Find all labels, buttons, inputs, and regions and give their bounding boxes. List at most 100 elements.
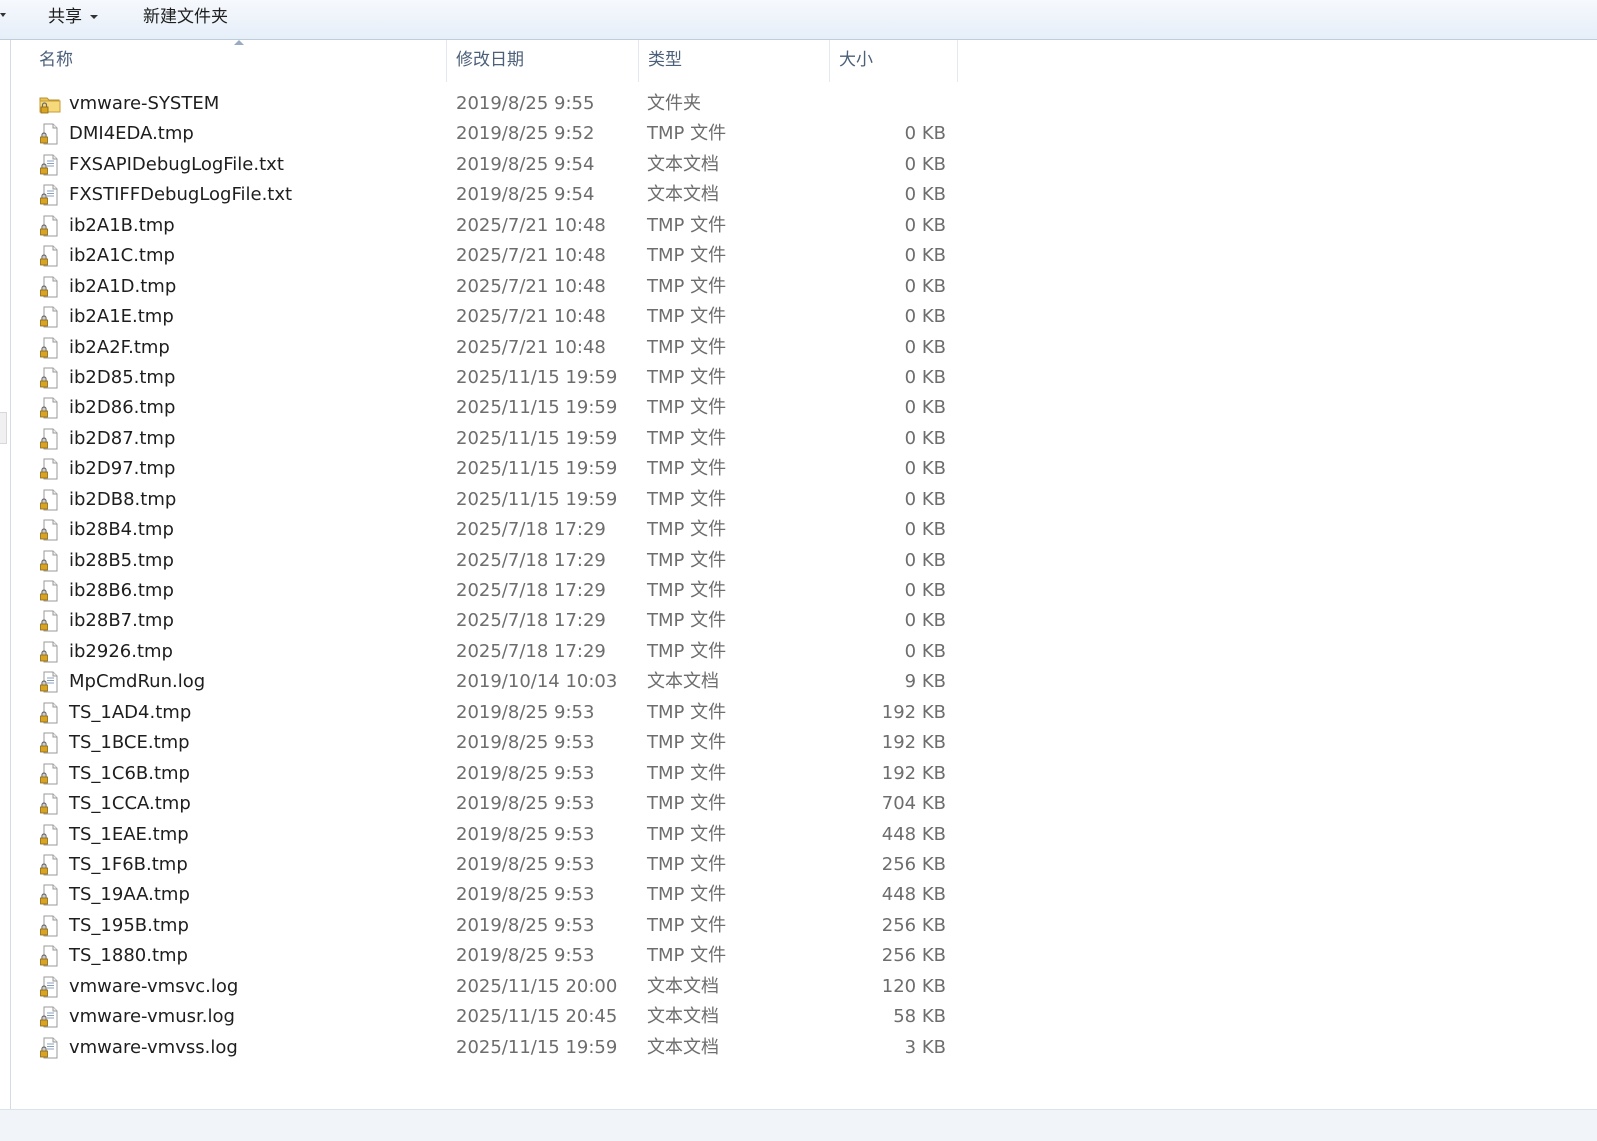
navigation-pane-splitter[interactable] — [0, 412, 7, 444]
file-row[interactable]: ib2D85.tmp 2025/11/15 19:59 TMP 文件 0 KB — [11, 363, 971, 393]
file-modified-date: 2025/7/18 17:29 — [456, 610, 606, 632]
file-type: 文本文档 — [647, 153, 719, 175]
file-type: TMP 文件 — [647, 610, 727, 632]
file-size: 256 KB — [881, 945, 946, 967]
file-row[interactable]: ib2D97.tmp 2025/11/15 19:59 TMP 文件 0 KB — [11, 454, 971, 484]
file-size: 192 KB — [881, 732, 946, 754]
file-row[interactable]: FXSAPIDebugLogFile.txt 2019/8/25 9:54 文本文档… — [11, 150, 971, 180]
file-name: vmware-SYSTEM — [69, 93, 220, 114]
file-row[interactable]: TS_195B.tmp 2019/8/25 9:53 TMP 文件 256 KB — [11, 911, 971, 941]
file-row[interactable]: ib2A1B.tmp 2025/7/21 10:48 TMP 文件 0 KB — [11, 211, 971, 241]
file-type: TMP 文件 — [647, 793, 727, 815]
file-type: TMP 文件 — [647, 519, 727, 541]
file-row[interactable]: ib28B5.tmp 2025/7/18 17:29 TMP 文件 0 KB — [11, 546, 971, 576]
file-name: ib28B4.tmp — [69, 519, 174, 541]
file-row[interactable]: ib2A1E.tmp 2025/7/21 10:48 TMP 文件 0 KB — [11, 302, 971, 332]
file-type: 文件夹 — [647, 93, 701, 114]
file-row[interactable]: TS_1880.tmp 2019/8/25 9:53 TMP 文件 256 KB — [11, 941, 971, 971]
organize-dropdown-arrow-icon[interactable] — [0, 13, 6, 17]
file-size — [830, 89, 946, 119]
file-row[interactable]: ib2926.tmp 2025/7/18 17:29 TMP 文件 0 KB — [11, 637, 971, 667]
file-row[interactable]: vmware-vmvss.log 2025/11/15 19:59 文本文档 3 KB — [11, 1033, 971, 1063]
file-row[interactable]: ib2D86.tmp 2025/11/15 19:59 TMP 文件 0 KB — [11, 393, 971, 423]
share-button-label: 共享 — [48, 7, 82, 27]
file-type: 文本文档 — [647, 1036, 719, 1058]
file-type: TMP 文件 — [647, 884, 727, 906]
file-row[interactable]: TS_1F6B.tmp 2019/8/25 9:53 TMP 文件 256 KB — [11, 850, 971, 880]
file-modified-date: 2025/7/21 10:48 — [456, 245, 606, 267]
file-row[interactable]: TS_1C6B.tmp 2019/8/25 9:53 TMP 文件 192 KB — [11, 759, 971, 789]
file-modified-date: 2019/8/25 9:53 — [456, 884, 595, 906]
file-name: vmware-vmvss.log — [69, 1036, 238, 1058]
file-modified-date: 2019/8/25 9:53 — [456, 701, 595, 723]
file-modified-date: 2025/11/15 19:59 — [456, 366, 618, 388]
text-file-locked-icon — [39, 1037, 61, 1059]
file-size: 0 KB — [904, 366, 946, 388]
file-row[interactable]: TS_19AA.tmp 2019/8/25 9:53 TMP 文件 448 KB — [11, 880, 971, 910]
file-modified-date: 2025/7/21 10:48 — [456, 336, 606, 358]
file-row[interactable]: vmware-SYSTEM 2019/8/25 9:55 文件夹 — [11, 89, 971, 119]
file-locked-icon — [39, 641, 61, 663]
file-row[interactable]: MpCmdRun.log 2019/10/14 10:03 文本文档 9 KB — [11, 667, 971, 697]
column-header-size[interactable]: 大小 — [830, 40, 958, 82]
file-row[interactable]: TS_1EAE.tmp 2019/8/25 9:53 TMP 文件 448 KB — [11, 820, 971, 850]
file-name: ib2D85.tmp — [69, 366, 176, 388]
file-type: TMP 文件 — [647, 488, 727, 510]
file-row[interactable]: vmware-vmsvc.log 2025/11/15 20:00 文本文档 120 … — [11, 972, 971, 1002]
file-name: TS_19AA.tmp — [69, 884, 190, 906]
file-size: 120 KB — [881, 975, 946, 997]
file-name: ib2D97.tmp — [69, 458, 176, 480]
file-modified-date: 2019/8/25 9:52 — [456, 123, 595, 145]
file-name: ib28B5.tmp — [69, 549, 174, 571]
file-size: 0 KB — [904, 245, 946, 267]
file-locked-icon — [39, 915, 61, 937]
new-folder-button[interactable]: 新建文件夹 — [143, 4, 228, 30]
file-locked-icon — [39, 550, 61, 572]
file-type: 文本文档 — [647, 671, 719, 693]
file-size: 0 KB — [904, 549, 946, 571]
file-row[interactable]: vmware-vmusr.log 2025/11/15 20:45 文本文档 58 K… — [11, 1002, 971, 1032]
column-header-type[interactable]: 类型 — [639, 40, 830, 82]
file-row[interactable]: FXSTIFFDebugLogFile.txt 2019/8/25 9:54 文本文… — [11, 180, 971, 210]
file-row[interactable]: ib28B7.tmp 2025/7/18 17:29 TMP 文件 0 KB — [11, 606, 971, 636]
file-type: 文本文档 — [647, 184, 719, 206]
share-button[interactable]: 共享 — [48, 4, 98, 30]
file-name: TS_1880.tmp — [69, 945, 188, 967]
file-name: ib2A1E.tmp — [69, 306, 174, 328]
file-modified-date: 2019/8/25 9:53 — [456, 762, 595, 784]
column-header-date[interactable]: 修改日期 — [447, 40, 639, 82]
file-type: TMP 文件 — [647, 366, 727, 388]
file-row[interactable]: TS_1BCE.tmp 2019/8/25 9:53 TMP 文件 192 KB — [11, 728, 971, 758]
file-modified-date: 2019/8/25 9:53 — [456, 793, 595, 815]
file-locked-icon — [39, 824, 61, 846]
file-name: TS_1BCE.tmp — [69, 732, 190, 754]
file-name: FXSTIFFDebugLogFile.txt — [69, 184, 293, 206]
file-size: 448 KB — [881, 823, 946, 845]
file-name: ib2D86.tmp — [69, 397, 176, 419]
file-row[interactable]: ib2D87.tmp 2025/11/15 19:59 TMP 文件 0 KB — [11, 424, 971, 454]
file-type: 文本文档 — [647, 975, 719, 997]
file-row[interactable]: ib28B4.tmp 2025/7/18 17:29 TMP 文件 0 KB — [11, 515, 971, 545]
column-header-name[interactable]: 名称 — [11, 40, 447, 82]
file-row[interactable]: ib2A1C.tmp 2025/7/21 10:48 TMP 文件 0 KB — [11, 241, 971, 271]
file-type: TMP 文件 — [647, 823, 727, 845]
file-row[interactable]: ib28B6.tmp 2025/7/18 17:29 TMP 文件 0 KB — [11, 576, 971, 606]
file-modified-date: 2025/11/15 19:59 — [456, 458, 618, 480]
file-name: TS_1F6B.tmp — [69, 853, 188, 875]
file-modified-date: 2025/7/18 17:29 — [456, 519, 606, 541]
file-locked-icon — [39, 945, 61, 967]
file-row[interactable]: ib2DB8.tmp 2025/11/15 19:59 TMP 文件 0 KB — [11, 485, 971, 515]
file-row[interactable]: DMI4EDA.tmp 2019/8/25 9:52 TMP 文件 0 KB — [11, 119, 971, 149]
file-row[interactable]: ib2A1D.tmp 2025/7/21 10:48 TMP 文件 0 KB — [11, 272, 971, 302]
file-row[interactable]: ib2A2F.tmp 2025/7/21 10:48 TMP 文件 0 KB — [11, 333, 971, 363]
file-row[interactable]: TS_1CCA.tmp 2019/8/25 9:53 TMP 文件 704 KB — [11, 789, 971, 819]
file-name: TS_1EAE.tmp — [69, 823, 189, 845]
file-modified-date: 2025/7/21 10:48 — [456, 275, 606, 297]
file-size: 704 KB — [881, 793, 946, 815]
file-locked-icon — [39, 610, 61, 632]
file-type: TMP 文件 — [647, 701, 727, 723]
file-locked-icon — [39, 367, 61, 389]
file-row[interactable]: TS_1AD4.tmp 2019/8/25 9:53 TMP 文件 192 KB — [11, 698, 971, 728]
file-modified-date: 2025/11/15 20:00 — [456, 975, 618, 997]
file-size: 192 KB — [881, 701, 946, 723]
